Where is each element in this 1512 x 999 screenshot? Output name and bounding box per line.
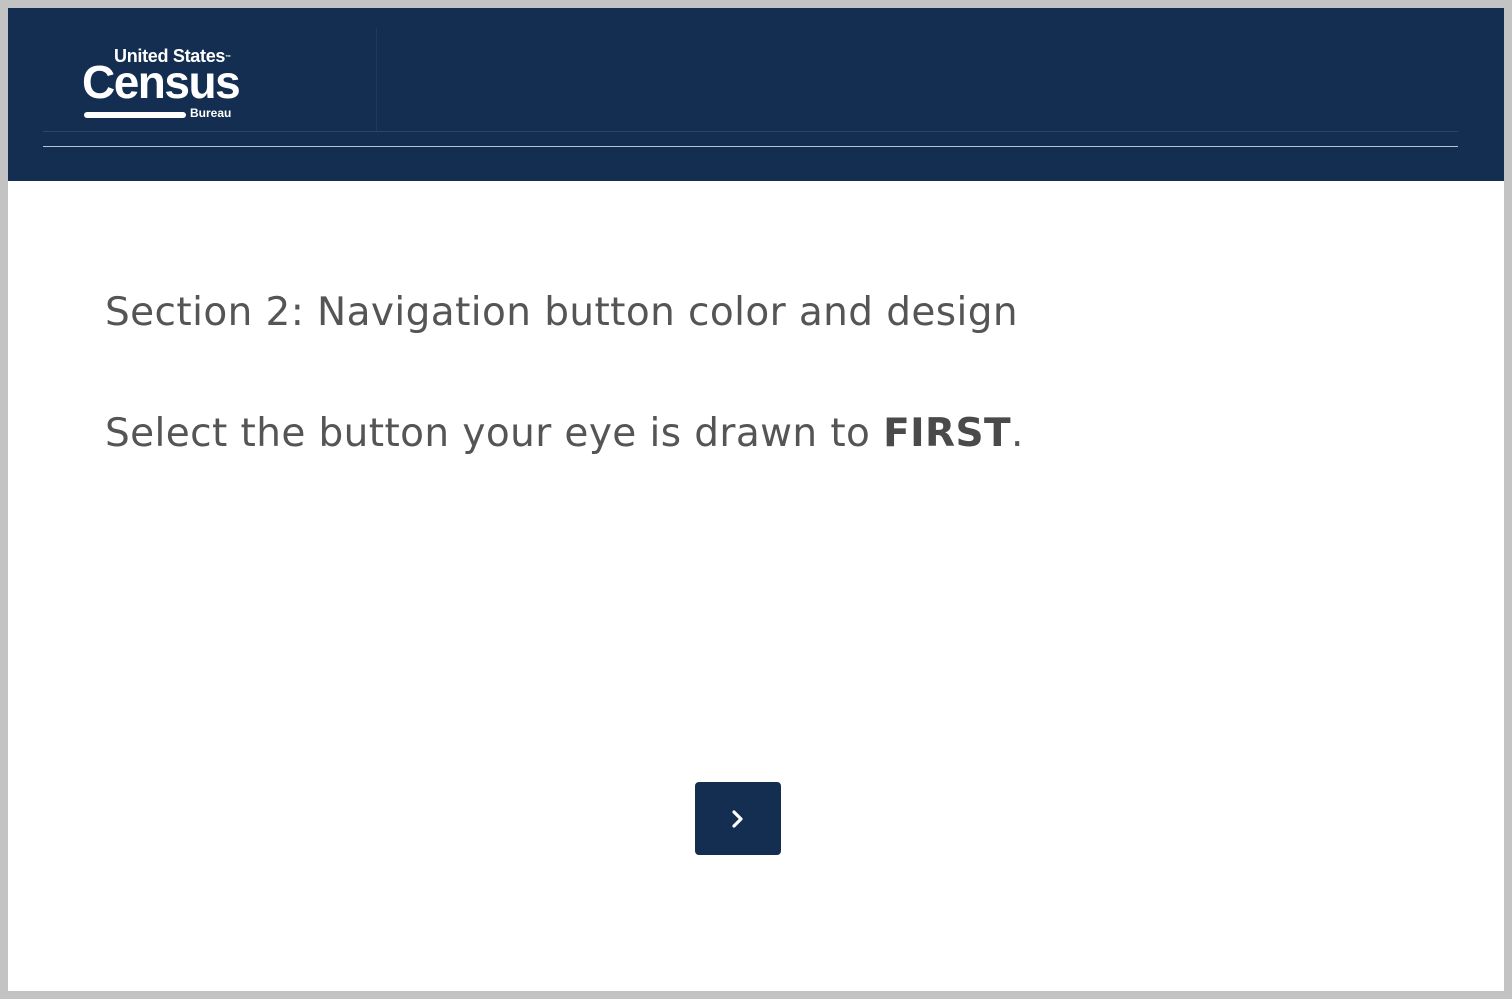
next-button[interactable] <box>695 782 781 855</box>
census-bureau-logo[interactable]: United States™ Census Bureau <box>82 46 252 120</box>
instruction-suffix: . <box>1010 411 1024 456</box>
chevron-right-icon <box>731 809 745 828</box>
logo-main-text: Census <box>82 56 241 108</box>
header-divider-faint <box>43 131 1458 132</box>
instruction-text: Select the button your eye is drawn to F… <box>105 409 1024 459</box>
logo-sub-text: Bureau <box>190 106 232 120</box>
header-divider <box>43 146 1458 147</box>
page-frame: United States™ Census Bureau Section 2: … <box>8 8 1504 991</box>
section-title: Section 2: Navigation button color and d… <box>105 290 1019 335</box>
header-divider-vertical <box>376 28 377 132</box>
instruction-prefix: Select the button your eye is drawn to <box>105 411 884 456</box>
site-header: United States™ Census Bureau <box>8 8 1504 181</box>
logo-underline <box>84 112 186 118</box>
instruction-emphasis: FIRST <box>883 411 1011 456</box>
